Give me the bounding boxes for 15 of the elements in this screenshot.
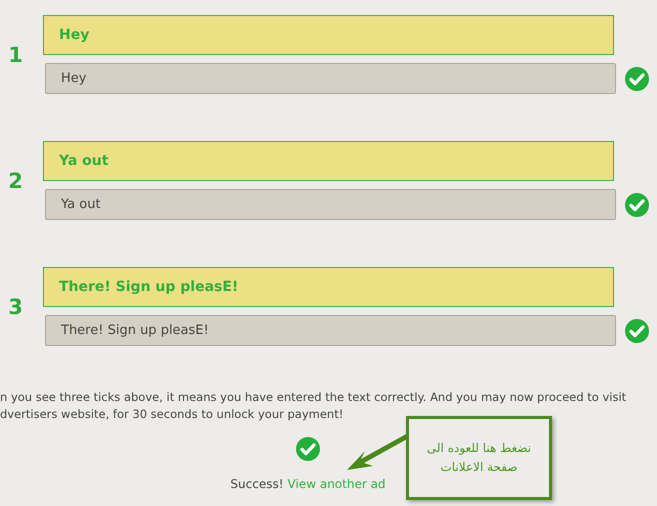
prompt-text: Ya out bbox=[43, 141, 614, 181]
success-text: Success! bbox=[230, 477, 284, 491]
entry-number: 2 bbox=[8, 168, 23, 192]
prompt-text: Hey bbox=[43, 15, 614, 55]
check-icon bbox=[296, 437, 320, 461]
entry-number: 3 bbox=[8, 294, 23, 318]
prompt-text: There! Sign up pleasE! bbox=[43, 267, 614, 307]
answer-field[interactable]: There! Sign up pleasE! bbox=[45, 315, 616, 346]
annotation-text: نضغط هنا للعوده الى bbox=[426, 440, 532, 457]
annotation-text: صفحة الاعلانات bbox=[440, 459, 518, 476]
entry-number: 1 bbox=[8, 42, 23, 66]
answer-field[interactable]: Hey bbox=[45, 63, 616, 94]
answer-field[interactable]: Ya out bbox=[45, 189, 616, 220]
instruction-text: n you see three ticks above, it means you have entered the text correctly. And you may now proceed to visit bbox=[0, 389, 628, 406]
instruction-text: dvertisers website, for 30 seconds to unlock your payment! bbox=[0, 406, 344, 423]
